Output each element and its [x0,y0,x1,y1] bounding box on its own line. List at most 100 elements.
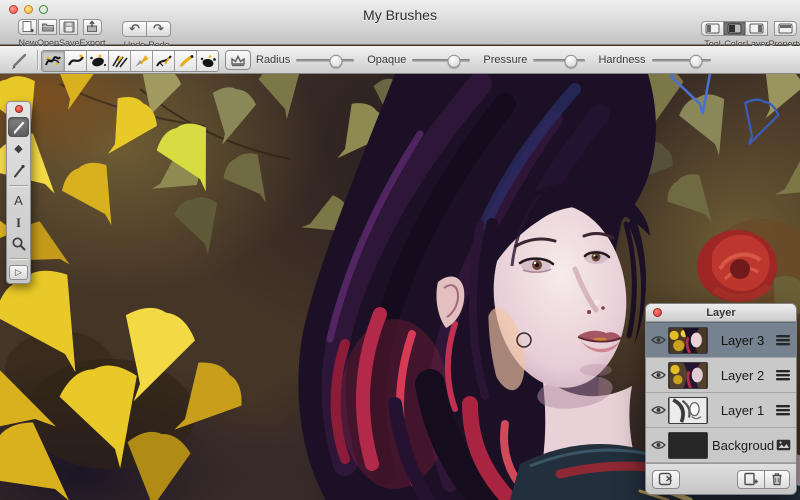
layer-thumbnail[interactable] [668,362,708,389]
brush-preset-scratch[interactable] [108,51,130,71]
file-button-group: New Open Save Export [18,19,106,48]
layer-row-1[interactable]: Layer 1 [646,393,796,428]
layer-panel-titlebar: Layer [646,304,796,322]
hardness-slider: Hardness [598,54,710,66]
layer-action-group [737,470,790,489]
visibility-eye-icon[interactable] [651,440,668,450]
pen-tool-icon [10,162,28,180]
scratch-brush-icon [110,53,130,69]
pressure-track[interactable] [533,59,585,62]
splatter-brush-icon [198,53,218,69]
text-tool-button[interactable]: A [8,190,29,210]
brush-library-button[interactable] [225,50,251,70]
hardness-label: Hardness [598,54,645,66]
undo-button[interactable]: ↶ [122,21,147,37]
brush-preset-splatter[interactable] [196,51,218,71]
pen-tool-button[interactable] [8,161,29,181]
eraser-icon: ◆ [14,144,22,155]
layer-name: Layer 1 [712,403,773,418]
brush-preset-yellow-pencil[interactable] [130,51,152,71]
save-button[interactable] [59,19,78,35]
layer-menu-icon[interactable] [773,334,790,346]
layer-panel-icon [749,23,764,34]
app-window: My Brushes New Open Save [0,0,800,500]
opaque-track[interactable] [412,59,470,62]
slider-thumb[interactable] [448,54,461,67]
layer-panel-title: Layer [706,307,735,319]
radius-track[interactable] [296,59,354,62]
layer-row-background[interactable]: Backgroud [646,428,796,463]
delete-layer-button[interactable] [652,470,680,489]
brush-preset-scribble[interactable] [42,51,64,71]
layer-panel-button[interactable] [745,21,768,36]
palette-divider [9,258,28,259]
tool-panel-button[interactable] [701,21,724,36]
zoom-tool-button[interactable] [8,234,29,254]
new-button[interactable] [18,19,37,35]
text-tool-icon: A [14,194,23,207]
export-button[interactable] [83,19,102,35]
current-brush-button[interactable] [8,49,32,71]
open-button[interactable] [38,19,57,35]
layer-row-2[interactable]: Layer 2 [646,358,796,393]
layer-row-3[interactable]: Layer 3 [646,322,796,358]
trash-icon [770,472,784,486]
layer-thumbnail[interactable] [668,327,708,354]
brush-preset-yellow-paint[interactable] [174,51,196,71]
layer-panel: Layer Layer 3 Layer 2 [645,303,797,495]
magnifier-icon [10,236,27,253]
brush-cup-icon [229,53,247,67]
layer-menu-icon[interactable] [773,404,790,416]
visibility-eye-icon[interactable] [651,405,668,415]
brush-preset-curve[interactable] [64,51,86,71]
pressure-label: Pressure [483,54,527,66]
visibility-eye-icon[interactable] [651,335,668,345]
brush-stroke-icon [8,49,32,71]
property-panel-button[interactable] [774,21,797,36]
radius-label: Radius [256,54,290,66]
toolbar-divider [37,50,38,70]
play-button[interactable]: ▷ [9,265,28,280]
new-page-icon [743,472,759,486]
layer-menu-icon[interactable] [773,369,790,381]
eraser-tool-button[interactable]: ◆ [8,139,29,159]
color-panel-button[interactable] [723,21,746,36]
brush-tool-button[interactable] [8,117,29,137]
ink-blob-brush-icon [88,53,108,69]
new-layer-button[interactable] [737,470,765,489]
tool-palette: ◆ A I ▷ [6,101,31,284]
brush-preset-group [41,50,219,72]
yellow-paint-brush-icon [176,53,196,69]
slider-thumb[interactable] [689,54,702,67]
redo-icon: ↷ [153,23,164,36]
layer-panel-footer [646,463,796,494]
slider-thumb[interactable] [330,54,343,67]
hardness-track[interactable] [652,59,711,62]
brush-preset-ink-blob[interactable] [86,51,108,71]
panel-toggle-group: Tool Color Layer Property [701,21,800,49]
titlebar: My Brushes New Open Save [0,0,800,45]
brush-tool-icon [10,118,28,136]
layer-thumbnail[interactable] [668,432,708,459]
layer-panel-close-button[interactable] [653,308,662,317]
redo-button[interactable]: ↷ [146,21,171,37]
color-panel-icon [727,23,742,34]
visibility-eye-icon[interactable] [651,370,668,380]
opaque-slider: Opaque [367,54,470,66]
background-image-icon[interactable] [774,439,791,451]
pressure-slider: Pressure [483,54,585,66]
text-cursor-icon: I [16,216,21,229]
layer-thumbnail[interactable] [668,397,708,424]
layer-name: Backgroud [712,438,774,453]
tool-panel-icon [705,23,720,34]
brush-preset-marker[interactable] [152,51,174,71]
save-floppy-icon [62,20,76,34]
trash-layer-button[interactable] [764,470,790,489]
slider-thumb[interactable] [565,54,578,67]
undo-icon: ↶ [129,23,140,36]
palette-close-button[interactable] [15,105,23,113]
text-cursor-tool-button[interactable]: I [8,212,29,232]
open-folder-icon [41,20,55,34]
window-title: My Brushes [0,7,800,23]
opaque-label: Opaque [367,54,406,66]
